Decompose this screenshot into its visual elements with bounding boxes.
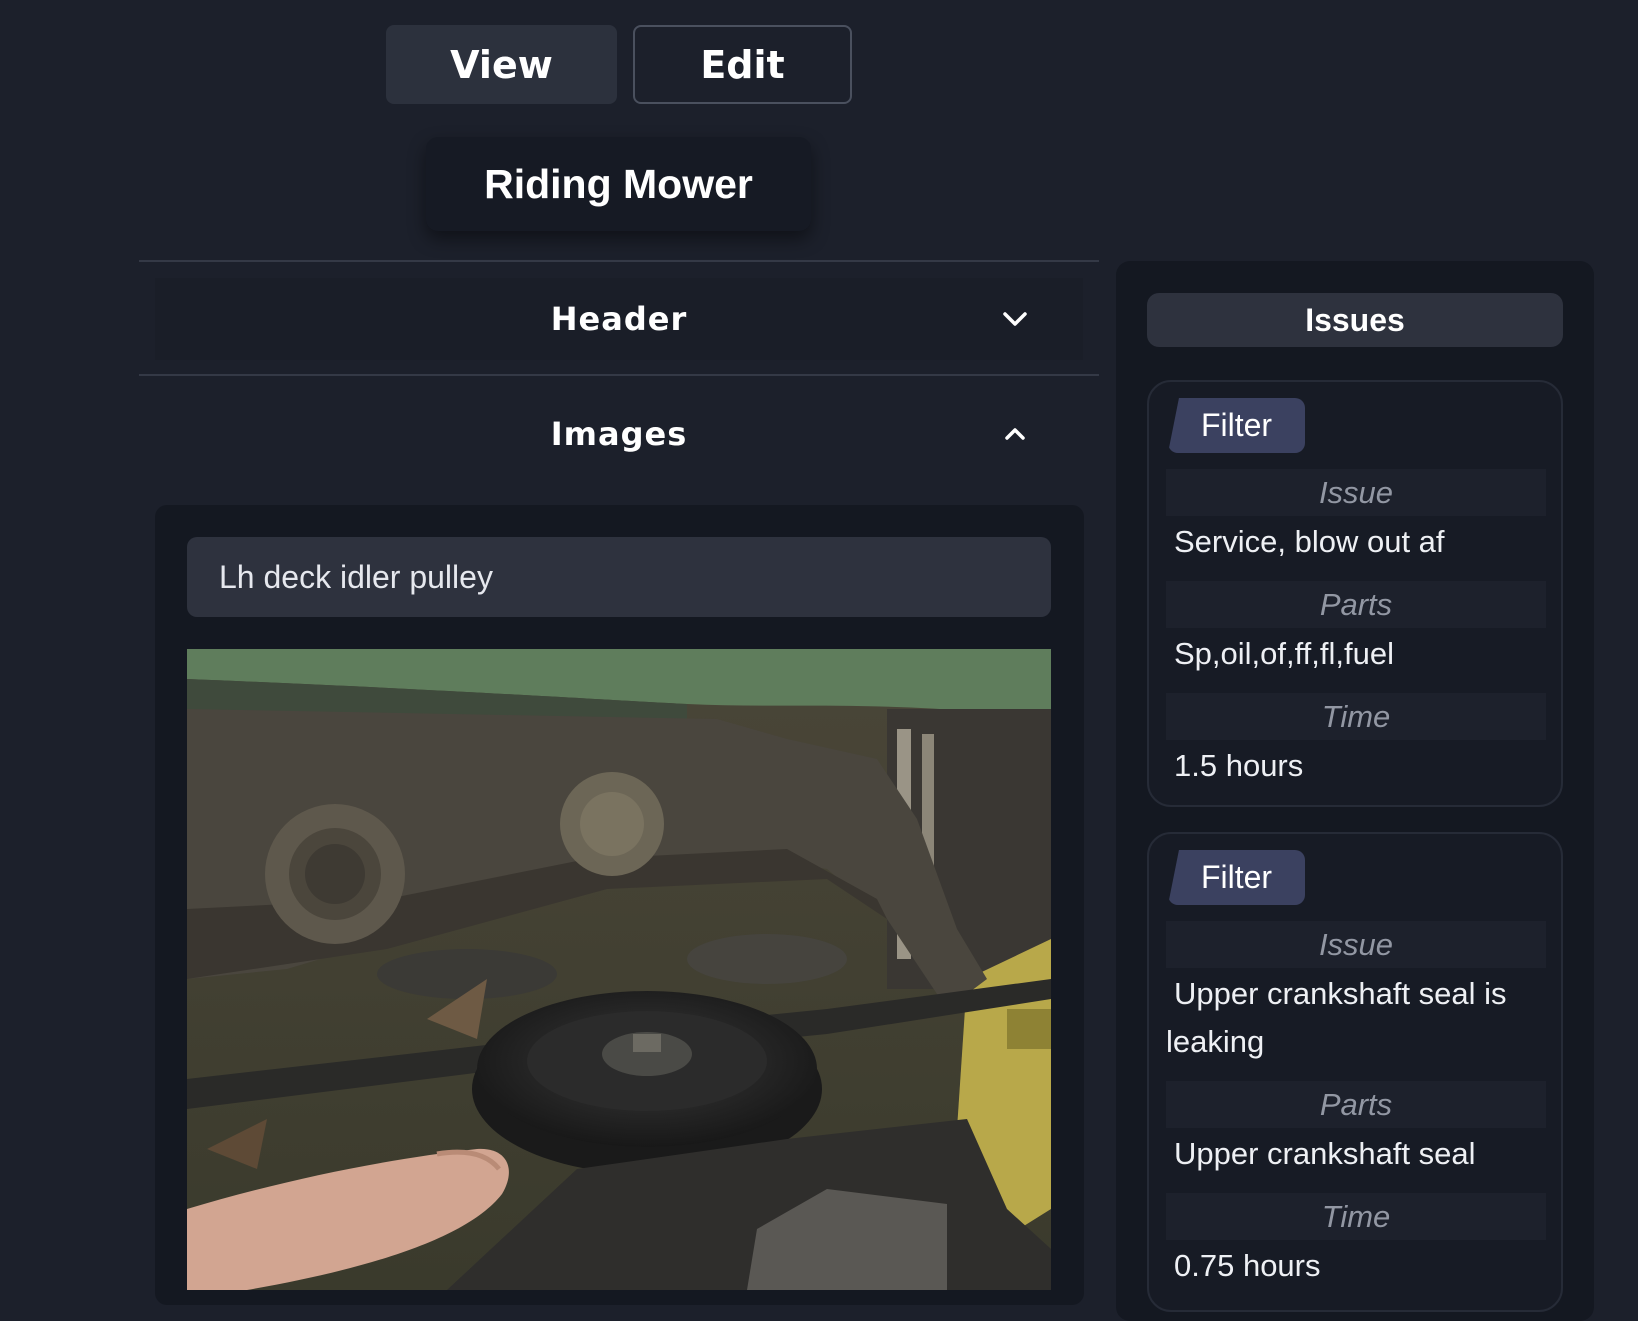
time-label: Time [1166,693,1546,740]
edit-button[interactable]: Edit [633,25,852,104]
issues-header: Issues [1147,293,1563,347]
page-title: Riding Mower [426,137,811,231]
issue-label: Issue [1166,469,1546,516]
issue-tag: Filter [1168,398,1305,453]
view-button[interactable]: View [386,25,617,104]
header-section-label: Header [550,300,688,338]
parts-value: Sp,oil,of,ff,fl,fuel [1174,636,1394,671]
parts-value: Upper crankshaft seal [1174,1136,1476,1171]
header-section-toggle[interactable]: Header [155,278,1083,360]
parts-label: Parts [1166,1081,1546,1128]
issue-label: Issue [1166,921,1546,968]
mower-deck-photo [187,649,1051,1290]
chevron-up-icon [1005,428,1025,440]
image-caption-field[interactable]: Lh deck idler pulley [187,537,1051,617]
issue-value: Upper crankshaft seal is leaking [1166,976,1507,1059]
time-value: 0.75 hours [1174,1248,1321,1283]
issue-tag: Filter [1168,850,1305,905]
divider [139,260,1099,262]
time-label: Time [1166,1193,1546,1240]
images-section-label: Images [550,415,688,453]
time-value: 1.5 hours [1174,748,1304,783]
divider [139,374,1099,376]
parts-label: Parts [1166,581,1546,628]
deck-idler-pulley-image [187,649,1051,1290]
issue-value: Service, blow out af [1174,524,1445,559]
images-section-toggle[interactable]: Images [155,393,1083,475]
chevron-down-icon [1003,312,1027,326]
